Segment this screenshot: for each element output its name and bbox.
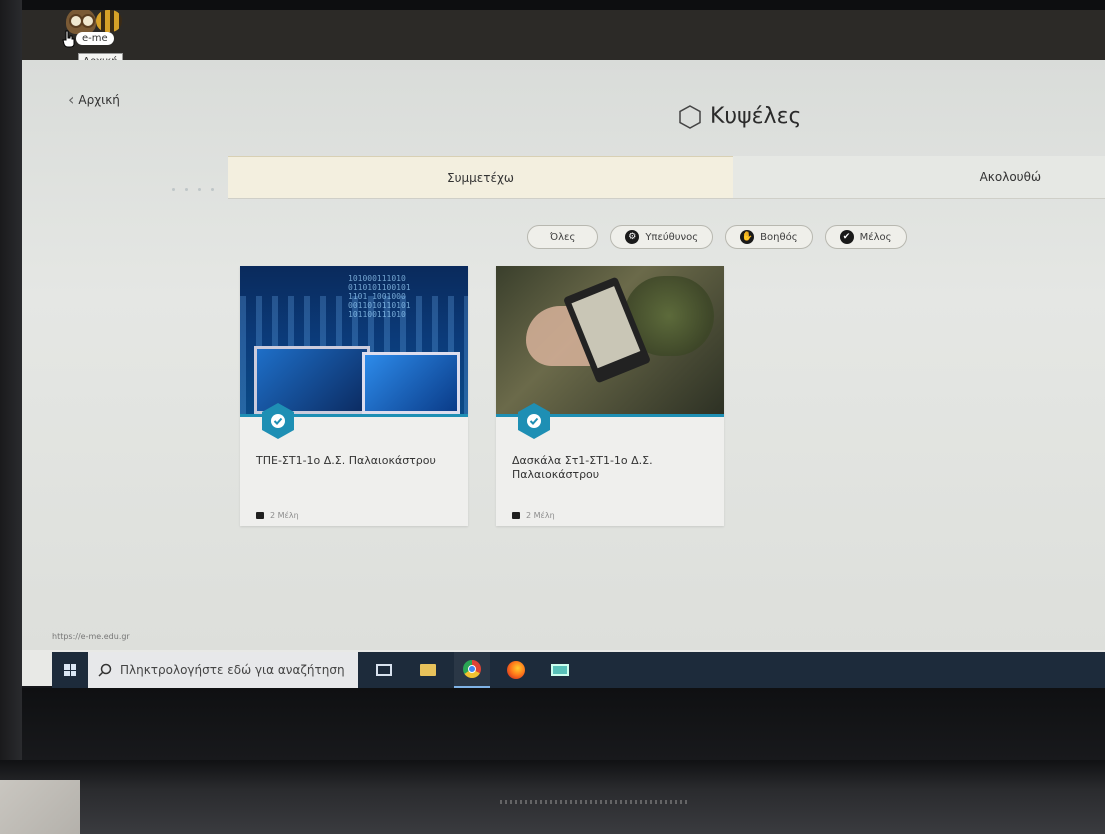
taskbar-search[interactable]: Πληκτρολογήστε εδώ για αναζήτηση xyxy=(88,652,358,688)
tab-bar: Συμμετέχω Ακολουθώ xyxy=(228,156,1105,199)
tab-follow[interactable]: Ακολουθώ xyxy=(733,156,1105,198)
windows-taskbar: Πληκτρολογήστε εδώ για αναζήτηση xyxy=(52,652,1105,688)
check-icon: ✔ xyxy=(839,230,854,244)
hand-cursor-icon xyxy=(62,30,76,48)
back-label: Αρχική xyxy=(78,92,120,107)
file-explorer-icon xyxy=(420,664,436,676)
tab-participate[interactable]: Συμμετέχω xyxy=(228,156,733,198)
desk-surface xyxy=(0,780,80,834)
search-placeholder: Πληκτρολογήστε εδώ για αναζήτηση xyxy=(120,663,345,677)
owl-eye-right xyxy=(81,14,95,28)
filter-all-label: Όλες xyxy=(550,231,576,243)
filter-responsible-label: Υπεύθυνος xyxy=(645,231,699,243)
gear-icon: ⚙ xyxy=(625,230,640,244)
role-filters: Όλες ⚙ Υπεύθυνος ✋ Βοηθός ✔ Μέλος xyxy=(527,225,907,249)
member-badge-icon xyxy=(262,403,294,439)
start-button[interactable] xyxy=(52,652,88,688)
technology-image: 101000111010 0110101100101 1101 1001000 001… xyxy=(240,266,468,417)
status-url: https://e-me.edu.gr xyxy=(52,632,130,641)
screen: e-me Αρχική ‹ Αρχική Κυψέλες Συμμετέχω Α… xyxy=(22,10,1105,686)
remote-desktop-icon xyxy=(551,664,569,676)
firefox-icon xyxy=(507,661,525,679)
filter-member-button[interactable]: ✔ Μέλος xyxy=(824,225,907,249)
windows-icon xyxy=(64,664,76,676)
chevron-left-icon: ‹ xyxy=(68,90,75,109)
laptop-base xyxy=(0,760,1105,834)
back-button[interactable]: ‹ Αρχική xyxy=(68,90,120,109)
member-badge-icon xyxy=(518,403,550,439)
hexagon-icon xyxy=(679,104,701,129)
filter-responsible-button[interactable]: ⚙ Υπεύθυνος xyxy=(610,225,714,249)
ebook-reader-image xyxy=(496,266,724,417)
filter-member-label: Μέλος xyxy=(859,231,892,243)
decorative-dots xyxy=(172,188,214,191)
members-icon xyxy=(512,512,520,519)
chrome-button[interactable] xyxy=(454,652,490,688)
task-view-button[interactable] xyxy=(366,652,402,688)
firefox-button[interactable] xyxy=(498,652,534,688)
main-content: ‹ Αρχική Κυψέλες Συμμετέχω Ακολουθώ Όλες… xyxy=(22,60,1105,650)
hive-card[interactable]: Δασκάλα Στ1-ΣΤ1-1ο Δ.Σ. Παλαιοκάστρου 2 … xyxy=(496,266,724,526)
filter-assistant-label: Βοηθός xyxy=(760,231,798,243)
task-view-icon xyxy=(376,664,392,676)
members-count: 2 Μέλη xyxy=(270,511,299,520)
beehive-icon xyxy=(96,10,122,32)
monitor-bezel-left xyxy=(0,0,22,834)
hive-card-members: 2 Μέλη xyxy=(512,511,555,520)
hive-card-title: Δασκάλα Στ1-ΣΤ1-1ο Δ.Σ. Παλαιοκάστρου xyxy=(512,454,653,481)
page-title: Κυψέλες xyxy=(678,104,801,129)
remote-desktop-button[interactable] xyxy=(542,652,578,688)
search-icon xyxy=(98,663,112,677)
file-explorer-button[interactable] xyxy=(410,652,446,688)
filter-assistant-button[interactable]: ✋ Βοηθός xyxy=(725,225,813,249)
hand-icon: ✋ xyxy=(740,230,755,244)
hive-card-members: 2 Μέλη xyxy=(256,511,299,520)
members-icon xyxy=(256,512,264,519)
logo-text: e-me xyxy=(76,32,114,45)
page-title-text: Κυψέλες xyxy=(710,104,802,129)
filter-all-button[interactable]: Όλες xyxy=(527,225,599,249)
members-count: 2 Μέλη xyxy=(526,511,555,520)
hive-card[interactable]: 101000111010 0110101100101 1101 1001000 001… xyxy=(240,266,468,526)
hive-card-title: ΤΠΕ-ΣΤ1-1ο Δ.Σ. Παλαιοκάστρου xyxy=(256,454,436,467)
top-bar: e-me xyxy=(22,10,1105,60)
keyboard-light-strip xyxy=(500,800,690,804)
chrome-icon xyxy=(463,660,481,678)
